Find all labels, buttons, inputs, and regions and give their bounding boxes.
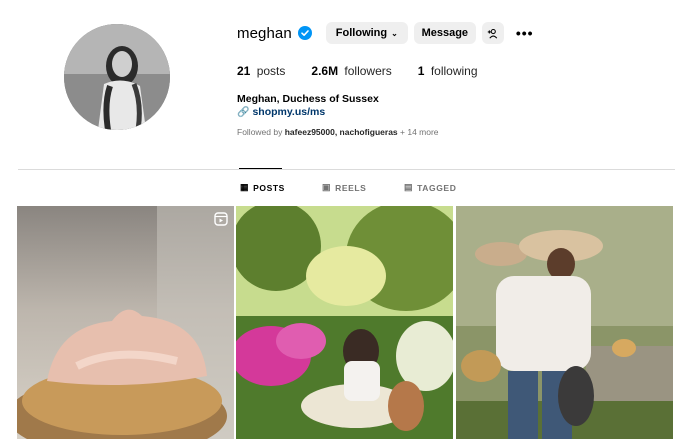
reel-badge-icon [214,212,228,226]
posts-label: posts [256,64,286,78]
full-name: Meghan, Duchess of Sussex [237,93,379,105]
link-icon: 🔗 [237,106,250,118]
active-tab-indicator [239,168,282,169]
tabs-divider [18,169,675,170]
posts-stat: 21 posts [237,64,285,78]
following-button-label: Following [335,27,388,39]
followed-by-prefix: Followed by [237,127,283,137]
add-user-button[interactable] [481,22,504,44]
tab-reels-label: REELS [335,182,367,193]
post-image-garden [236,206,453,439]
profile-tabs: ▦ POSTS ▣ REELS ▤ TAGGED [0,182,700,196]
followers-stat[interactable]: 2.6M followers [311,64,391,78]
profile-header-row: meghan Following ⌄ Message ••• [237,22,534,44]
followers-count: 2.6M [311,64,339,78]
profile-link[interactable]: 🔗 shopmy.us/ms [237,106,325,118]
profile-stats: 21 posts 2.6M followers 1 following [237,64,504,78]
tagged-icon: ▤ [404,182,414,192]
posts-count: 21 [237,64,251,78]
tab-tagged-label: TAGGED [417,182,457,193]
message-button[interactable]: Message [413,22,476,44]
profile-avatar[interactable] [64,24,170,130]
followers-label: followers [344,64,392,78]
post-image-family [456,206,673,439]
post-tile[interactable] [236,206,453,439]
add-user-icon [488,28,498,39]
followed-by-more[interactable]: + 14 more [400,127,439,137]
tab-tagged[interactable]: ▤ TAGGED [404,182,456,193]
chevron-down-icon: ⌄ [391,28,398,38]
following-button[interactable]: Following ⌄ [325,22,408,44]
tab-reels[interactable]: ▣ REELS [322,182,366,193]
avatar-photo [64,24,170,130]
following-count: 1 [417,64,425,78]
post-tile[interactable] [456,206,673,439]
followed-by[interactable]: Followed by hafeez95000, nachofigueras +… [237,127,439,137]
more-options-icon[interactable]: ••• [516,25,534,41]
tab-posts[interactable]: ▦ POSTS [240,182,285,193]
profile-link-text[interactable]: shopmy.us/ms [252,106,325,118]
grid-icon: ▦ [240,182,250,192]
reels-icon: ▣ [322,182,332,192]
following-stat[interactable]: 1 following [418,64,478,78]
username: meghan [237,24,292,42]
post-tile[interactable] [17,206,234,439]
following-label: following [430,64,478,78]
tab-posts-label: POSTS [253,182,285,193]
followed-by-users[interactable]: hafeez95000, nachofigueras [285,127,398,137]
verified-badge-icon [297,26,312,40]
post-image-cupcake [17,206,234,439]
